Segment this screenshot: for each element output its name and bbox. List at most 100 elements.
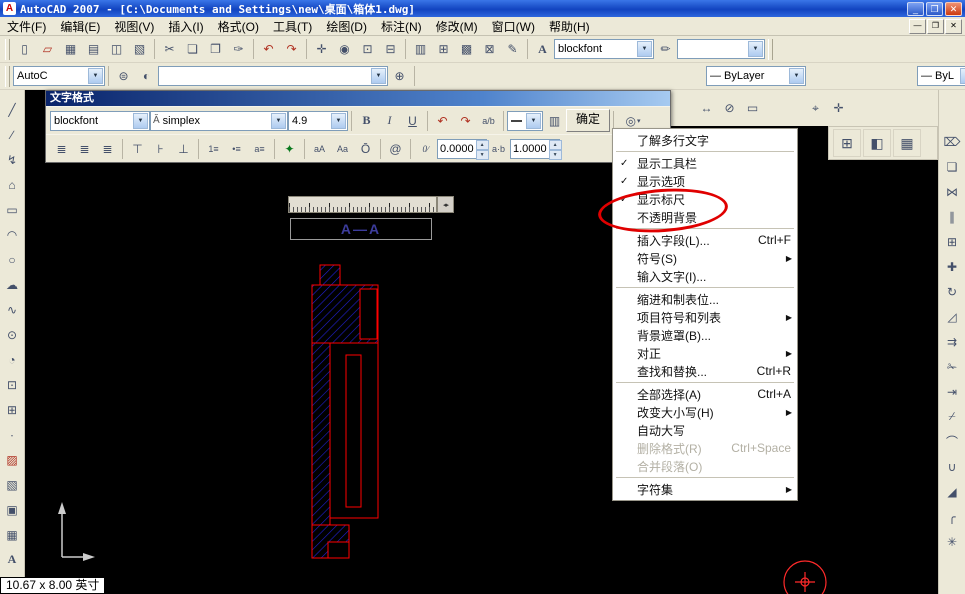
menu-item-import-text[interactable]: 输入文字(I)... xyxy=(613,267,797,285)
menu-file[interactable]: 文件(F) xyxy=(0,17,53,36)
align-bottom-icon[interactable]: ⊥ xyxy=(172,137,195,160)
dropdown-arrow-icon[interactable]: ▼ xyxy=(748,41,763,57)
area-icon[interactable]: ⊘ xyxy=(718,97,741,120)
oblique-angle-spinner[interactable]: 0.0000 ▲ ▼ xyxy=(437,138,489,160)
trim-icon[interactable]: ✁ xyxy=(941,355,964,378)
edit-text-icon[interactable]: ✏ xyxy=(654,38,677,61)
mirror-icon[interactable]: ⋈ xyxy=(941,180,964,203)
explode-icon[interactable]: ✳ xyxy=(941,530,964,553)
plot-icon[interactable]: ▤ xyxy=(82,38,105,61)
mtext-font-combo[interactable]: Ăsimplex ▼ xyxy=(150,110,288,131)
gradient-icon[interactable]: ▧ xyxy=(1,473,24,496)
menu-item-find-replace[interactable]: 查找和替换... Ctrl+R xyxy=(613,362,797,380)
open-file-icon[interactable]: ▱ xyxy=(36,38,59,61)
mtext-style-combo[interactable]: blockfont ▼ xyxy=(50,110,150,131)
menu-tools[interactable]: 工具(T) xyxy=(266,17,319,36)
menu-item-autocaps[interactable]: 自动大写 xyxy=(613,421,797,439)
menu-view[interactable]: 视图(V) xyxy=(107,17,161,36)
symbol-icon[interactable]: @ xyxy=(384,137,407,160)
break-icon[interactable]: ⌒ xyxy=(941,430,964,453)
menu-modify[interactable]: 修改(M) xyxy=(429,17,485,36)
hatch-icon[interactable]: ▨ xyxy=(1,448,24,471)
paste-icon[interactable]: ❐ xyxy=(204,38,227,61)
ortho-icon[interactable]: ✛ xyxy=(827,97,850,120)
workspace-combo[interactable]: AutoC ▼ xyxy=(13,66,105,86)
toolbar-fragment-icon-2[interactable]: ◧ xyxy=(863,129,891,157)
insert-field-icon[interactable]: ✦ xyxy=(278,137,301,160)
insert-block-icon[interactable]: ⊡ xyxy=(1,373,24,396)
erase-icon[interactable]: ⌦ xyxy=(941,130,964,153)
toolbar-fragment-icon-1[interactable]: ⊞ xyxy=(833,129,861,157)
mtext-height-combo[interactable]: 4.9 ▼ xyxy=(288,110,348,131)
minimize-button[interactable]: _ xyxy=(907,1,924,16)
mdi-restore-button[interactable]: ❐ xyxy=(927,18,944,34)
rotate-icon[interactable]: ↻ xyxy=(941,280,964,303)
layer-combo[interactable]: ▼ xyxy=(158,66,388,86)
stack-icon[interactable]: a/b xyxy=(477,109,500,132)
dropdown-arrow-icon[interactable]: ▼ xyxy=(526,112,541,129)
dropdown-arrow-icon[interactable]: ▼ xyxy=(789,68,804,84)
markup-icon[interactable]: ✎ xyxy=(501,38,524,61)
revision-cloud-icon[interactable]: ☁ xyxy=(1,273,24,296)
mtext-ruler[interactable]: ◂▸ xyxy=(288,196,454,213)
dropdown-arrow-icon[interactable]: ▼ xyxy=(331,112,346,129)
layer-states-icon[interactable]: ◐ xyxy=(135,65,158,88)
tool-palettes-icon[interactable]: ▩ xyxy=(455,38,478,61)
menu-help[interactable]: 帮助(H) xyxy=(542,17,597,36)
lineweight-combo[interactable]: — ByL ▼ xyxy=(917,66,965,86)
menu-item-symbol[interactable]: 符号(S) ▶ xyxy=(613,249,797,267)
sheet-set-icon[interactable]: ⊠ xyxy=(478,38,501,61)
mtext-edit-box[interactable]: A—A xyxy=(290,218,432,240)
designcenter-icon[interactable]: ⊞ xyxy=(432,38,455,61)
publish-icon[interactable]: ▧ xyxy=(128,38,151,61)
linetype-combo[interactable]: — ByLayer ▼ xyxy=(706,66,806,86)
layers-icon[interactable]: ⊜ xyxy=(112,65,135,88)
fillet-icon[interactable]: ╭ xyxy=(941,505,964,528)
italic-icon[interactable]: I xyxy=(378,109,401,132)
close-button[interactable]: ✕ xyxy=(945,1,962,16)
join-icon[interactable]: ∪ xyxy=(941,455,964,478)
tracking-icon[interactable]: a·b xyxy=(487,137,510,160)
polygon-icon[interactable]: ⌂ xyxy=(1,173,24,196)
table-icon[interactable]: ▦ xyxy=(1,523,24,546)
circle-icon[interactable]: ○ xyxy=(1,248,24,271)
chamfer-icon[interactable]: ◢ xyxy=(941,480,964,503)
point-icon[interactable]: ∙ xyxy=(1,423,24,446)
stretch-icon[interactable]: ⇉ xyxy=(941,330,964,353)
lowercase-icon[interactable]: Aa xyxy=(331,137,354,160)
region-icon[interactable]: ▣ xyxy=(1,498,24,521)
ellipse-arc-icon[interactable]: ◔ xyxy=(1,348,24,371)
spline-icon[interactable]: ∿ xyxy=(1,298,24,321)
menu-edit[interactable]: 编辑(E) xyxy=(53,17,107,36)
text-style-combo[interactable]: blockfont ▼ xyxy=(554,39,654,59)
extend-icon[interactable]: ⇥ xyxy=(941,380,964,403)
move-icon[interactable]: ✚ xyxy=(941,255,964,278)
spinner-arrows-icon[interactable]: ▲ ▼ xyxy=(548,139,562,160)
menu-item-show-options[interactable]: ✓ 显示选项 xyxy=(613,172,797,190)
distance-icon[interactable]: ↔ xyxy=(695,97,718,120)
make-block-icon[interactable]: ⊞ xyxy=(1,398,24,421)
overline-icon[interactable]: Ō xyxy=(354,137,377,160)
justify-center-icon[interactable]: ≣ xyxy=(73,137,96,160)
ellipse-icon[interactable]: ⊙ xyxy=(1,323,24,346)
array-icon[interactable]: ⊞ xyxy=(941,230,964,253)
mtext-color-combo[interactable]: ▼ xyxy=(507,110,543,131)
menu-item-bullets-lists[interactable]: 项目符号和列表 ▶ xyxy=(613,308,797,326)
menu-item-change-case[interactable]: 改变大小写(H) ▶ xyxy=(613,403,797,421)
drawing-canvas[interactable]: ◂▸ A—A xyxy=(25,90,938,594)
bold-icon[interactable]: B xyxy=(355,109,378,132)
polyline-icon[interactable]: ↯ xyxy=(1,148,24,171)
pan-icon[interactable]: ✛ xyxy=(310,38,333,61)
zoom-realtime-icon[interactable]: ◉ xyxy=(333,38,356,61)
restore-button[interactable]: ❐ xyxy=(926,1,943,16)
menu-item-insert-field[interactable]: 插入字段(L)... Ctrl+F xyxy=(613,231,797,249)
justify-right-icon[interactable]: ≣ xyxy=(96,137,119,160)
multiline-text-icon[interactable]: A xyxy=(1,548,24,571)
list-icon[interactable]: ▭ xyxy=(741,97,764,120)
ruler-width-handle-icon[interactable]: ◂▸ xyxy=(437,196,454,213)
mtext-undo-icon[interactable]: ↶ xyxy=(431,109,454,132)
plot-preview-icon[interactable]: ◫ xyxy=(105,38,128,61)
justify-left-icon[interactable]: ≣ xyxy=(50,137,73,160)
save-icon[interactable]: ▦ xyxy=(59,38,82,61)
uppercase-icon[interactable]: aA xyxy=(308,137,331,160)
